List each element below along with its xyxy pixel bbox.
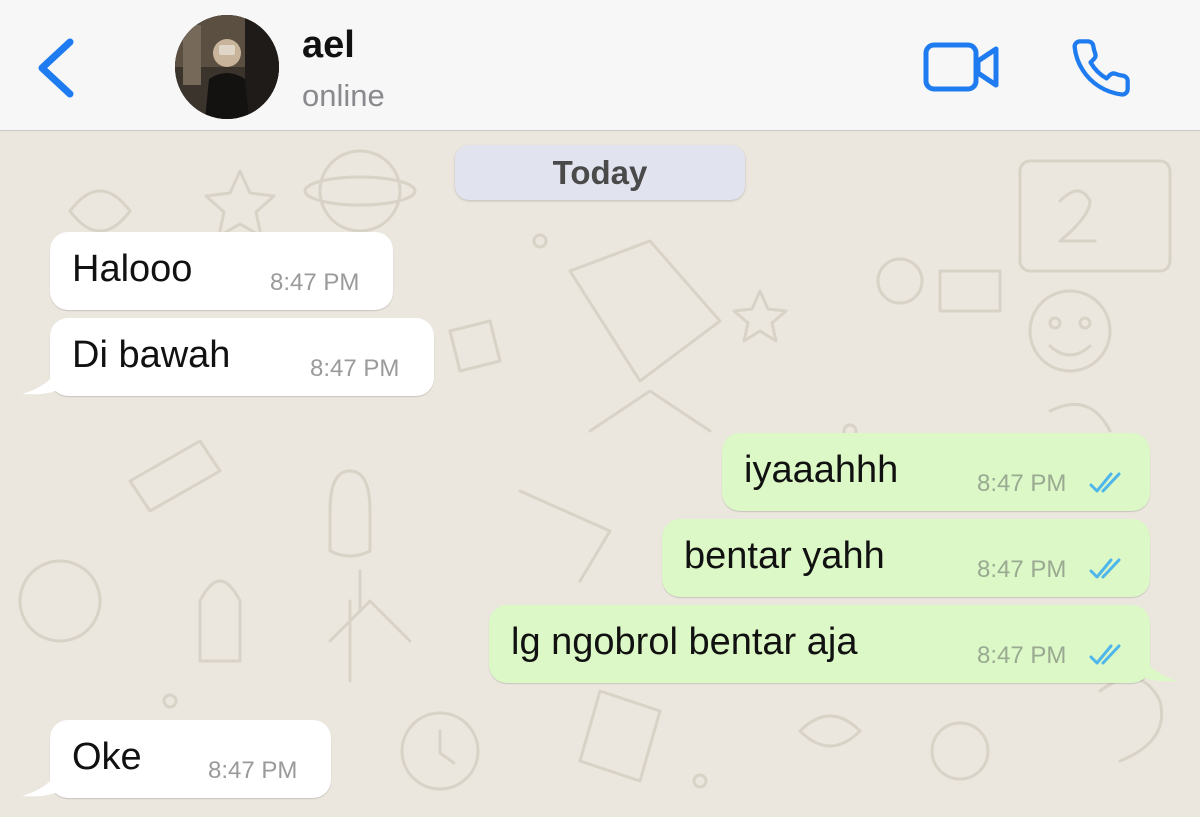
chat-area[interactable]: Today Halooo 8:47 PM Di bawah 8:47 PM iy… [0, 131, 1200, 817]
bubble-tail [1138, 645, 1178, 682]
message-time: 8:47 PM [977, 470, 1067, 497]
date-separator: Today [455, 145, 745, 200]
message-bubble-incoming[interactable]: Di bawah 8:47 PM [22, 318, 434, 396]
message-time: 8:47 PM [310, 355, 400, 382]
avatar-image [175, 15, 279, 119]
message-text: bentar yahh [684, 535, 885, 577]
chevron-left-icon [38, 38, 74, 98]
avatar[interactable] [175, 15, 279, 119]
chat-header: ael online [0, 0, 1200, 131]
message-text: iyaaahhh [744, 449, 899, 491]
bubble-tail [22, 760, 62, 797]
message-text: Halooo [72, 248, 193, 290]
message-time: 8:47 PM [208, 757, 298, 784]
message-time: 8:47 PM [270, 269, 360, 296]
message-time: 8:47 PM [977, 556, 1067, 583]
message-text: lg ngobrol bentar aja [511, 621, 858, 663]
message-bubble-incoming[interactable]: Halooo 8:47 PM [50, 232, 393, 310]
video-camera-icon [923, 42, 999, 92]
message-text: Di bawah [72, 334, 231, 376]
message-bubble-incoming[interactable]: Oke 8:47 PM [22, 720, 331, 798]
message-text: Oke [72, 736, 142, 778]
message-bubble-outgoing[interactable]: iyaaahhh 8:47 PM [722, 433, 1150, 511]
bubble-tail [22, 358, 62, 395]
message-bubble-outgoing[interactable]: lg ngobrol bentar aja 8:47 PM [489, 605, 1178, 683]
message-time: 8:47 PM [977, 642, 1067, 669]
double-check-icon [1089, 558, 1121, 579]
phone-icon [1072, 39, 1130, 97]
voice-call-button[interactable] [1068, 36, 1134, 100]
message-bubble-outgoing[interactable]: bentar yahh 8:47 PM [662, 519, 1150, 597]
contact-status: online [302, 78, 385, 113]
double-check-icon [1089, 644, 1121, 665]
double-check-icon [1089, 472, 1121, 493]
contact-name[interactable]: ael [302, 24, 355, 67]
video-call-button[interactable] [922, 40, 1002, 94]
back-button[interactable] [30, 36, 80, 100]
